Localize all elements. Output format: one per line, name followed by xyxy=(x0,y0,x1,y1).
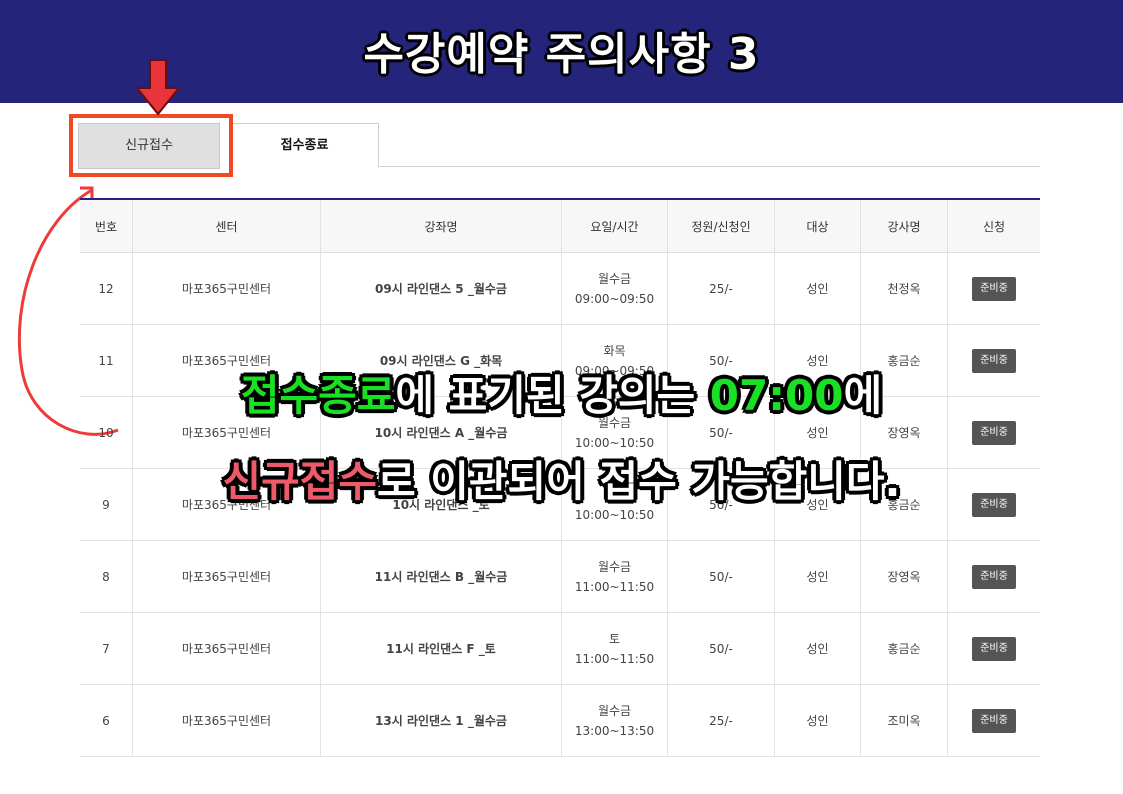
notice-time: 07:00 xyxy=(709,371,844,420)
cell-number: 6 xyxy=(80,684,133,757)
cell-target: 성인 xyxy=(774,612,861,685)
cell-instructor: 홍금순 xyxy=(860,612,948,685)
cell-capacity: 50/- xyxy=(667,540,775,613)
cell-apply: 준비중 xyxy=(947,540,1040,613)
notice-new-keyword: 신규접수 xyxy=(222,457,378,506)
cell-time: 11:00~11:50 xyxy=(574,651,655,666)
cell-instructor: 장영옥 xyxy=(860,540,948,613)
cell-instructor: 조미옥 xyxy=(860,684,948,757)
cell-schedule: 월수금 13:00~13:50 xyxy=(561,684,668,757)
notice-line-2: 신규접수로 이관되어 접수 가능합니다. xyxy=(0,448,1123,509)
cell-center: 마포365구민센터 xyxy=(132,252,321,325)
cell-center: 마포365구민센터 xyxy=(132,684,321,757)
notice-line-1-text-a: 에 표기된 강의는 xyxy=(395,371,710,420)
cell-course: 11시 라인댄스 F _토 xyxy=(320,612,562,685)
table-row: 7 마포365구민센터 11시 라인댄스 F _토 토 11:00~11:50 5… xyxy=(80,612,1040,685)
table-header-row: 번호 센터 강좌명 요일/시간 정원/신청인 대상 강사명 신청 xyxy=(80,199,1040,253)
cell-target: 성인 xyxy=(774,684,861,757)
column-header-schedule: 요일/시간 xyxy=(561,199,668,253)
status-button[interactable]: 준비중 xyxy=(972,564,1016,589)
cell-course: 11시 라인댄스 B _월수금 xyxy=(320,540,562,613)
cell-target: 성인 xyxy=(774,540,861,613)
notice-line-1: 접수종료에 표기된 강의는 07:00에 xyxy=(0,362,1123,423)
cell-capacity: 50/- xyxy=(667,612,775,685)
notice-closed-keyword: 접수종료 xyxy=(240,371,396,420)
cell-time: 13:00~13:50 xyxy=(574,723,655,738)
cell-capacity: 25/- xyxy=(667,684,775,757)
tab-registration-closed[interactable]: 접수종료 xyxy=(230,123,379,168)
cell-day: 화목 xyxy=(603,343,626,358)
table-row: 6 마포365구민센터 13시 라인댄스 1 _월수금 월수금 13:00~13:… xyxy=(80,684,1040,757)
status-button[interactable]: 준비중 xyxy=(972,708,1016,733)
cell-center: 마포365구민센터 xyxy=(132,612,321,685)
cell-time: 09:00~09:50 xyxy=(574,291,655,306)
cell-apply: 준비중 xyxy=(947,684,1040,757)
column-header-number: 번호 xyxy=(80,199,133,253)
cell-schedule: 토 11:00~11:50 xyxy=(561,612,668,685)
cell-target: 성인 xyxy=(774,252,861,325)
cell-apply: 준비중 xyxy=(947,252,1040,325)
cell-schedule: 월수금 09:00~09:50 xyxy=(561,252,668,325)
column-header-capacity: 정원/신청인 xyxy=(667,199,775,253)
cell-number: 7 xyxy=(80,612,133,685)
cell-course: 13시 라인댄스 1 _월수금 xyxy=(320,684,562,757)
column-header-course: 강좌명 xyxy=(320,199,562,253)
notice-line-2-text: 로 이관되어 접수 가능합니다. xyxy=(377,457,901,506)
table-row: 8 마포365구민센터 11시 라인댄스 B _월수금 월수금 11:00~11:… xyxy=(80,540,1040,613)
cell-day: 월수금 xyxy=(597,703,632,718)
status-button[interactable]: 준비중 xyxy=(972,420,1016,445)
cell-schedule: 월수금 11:00~11:50 xyxy=(561,540,668,613)
cell-day: 월수금 xyxy=(597,271,632,286)
status-button[interactable]: 준비중 xyxy=(972,276,1016,301)
status-button[interactable]: 준비중 xyxy=(972,636,1016,661)
table-row: 12 마포365구민센터 09시 라인댄스 5 _월수금 월수금 09:00~09… xyxy=(80,252,1040,325)
column-header-instructor: 강사명 xyxy=(860,199,948,253)
cell-instructor: 천정옥 xyxy=(860,252,948,325)
cell-day: 월수금 xyxy=(597,559,632,574)
notice-line-1-text-b: 에 xyxy=(843,371,883,420)
cell-time: 11:00~11:50 xyxy=(574,579,655,594)
cell-capacity: 25/- xyxy=(667,252,775,325)
cell-course: 09시 라인댄스 5 _월수금 xyxy=(320,252,562,325)
cell-apply: 준비중 xyxy=(947,612,1040,685)
cell-center: 마포365구민센터 xyxy=(132,540,321,613)
column-header-center: 센터 xyxy=(132,199,321,253)
cell-number: 8 xyxy=(80,540,133,613)
highlight-box xyxy=(69,114,233,177)
cell-number: 12 xyxy=(80,252,133,325)
tab-divider xyxy=(380,166,1040,167)
column-header-target: 대상 xyxy=(774,199,861,253)
down-arrow-icon xyxy=(134,59,182,116)
column-header-apply: 신청 xyxy=(947,199,1040,253)
cell-day: 토 xyxy=(608,631,621,646)
